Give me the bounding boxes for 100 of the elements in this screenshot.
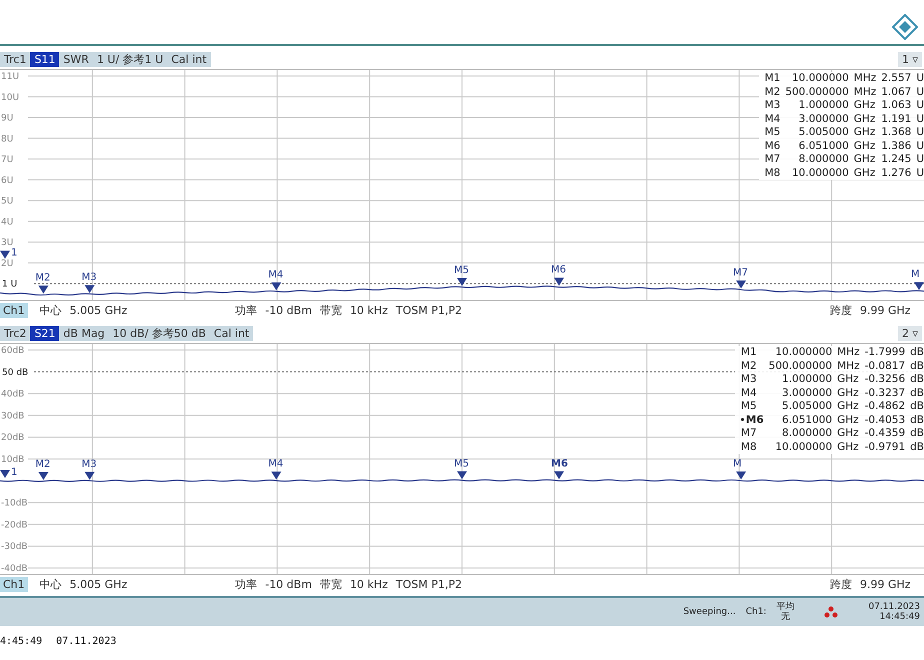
- power-value: -10 dBm: [265, 304, 312, 317]
- bandwidth-label: 带宽: [320, 577, 342, 592]
- axis-label: 40dB: [1, 390, 24, 400]
- marker-label: M5: [454, 265, 469, 276]
- span-label: 跨度: [830, 577, 852, 592]
- value-unit: U: [916, 99, 924, 112]
- value-unit: U: [916, 126, 924, 140]
- marker-icon: [736, 280, 746, 288]
- frequency-unit: GHz: [837, 400, 860, 414]
- frequency-unit: MHz: [854, 86, 876, 99]
- parameter-tag[interactable]: S21: [30, 326, 60, 341]
- window-tag[interactable]: 1 ▿: [898, 52, 922, 67]
- span-value: 9.99 GHz: [860, 578, 911, 591]
- marker-label: M6: [551, 264, 566, 276]
- marker-name: M1: [764, 72, 780, 86]
- bandwidth-value: 10 kHz: [350, 304, 388, 317]
- footer-time: 4:45:49: [0, 636, 42, 647]
- marker-name: M2: [764, 86, 780, 99]
- marker-icon: [0, 470, 10, 478]
- scale-label[interactable]: 1 U/ 参考1 U: [92, 52, 168, 67]
- marker-value: -0.0817: [864, 360, 906, 373]
- marker-name: M3: [764, 99, 780, 112]
- marker-label: M7: [733, 267, 748, 278]
- marker-name: M6: [740, 414, 764, 427]
- cal-label[interactable]: Cal int: [210, 326, 254, 341]
- axis-label: 2U: [1, 258, 14, 269]
- active-marker-icon: [740, 418, 744, 422]
- value-unit: dB: [910, 400, 924, 414]
- window-tag[interactable]: 2 ▿: [898, 326, 922, 341]
- axis-label: -40dB: [1, 564, 28, 574]
- marker-frequency: 10.000000: [774, 440, 832, 454]
- marker-value: 1.276: [881, 166, 912, 180]
- average-label: 平均: [776, 602, 794, 612]
- center-label: 中心: [40, 577, 62, 592]
- frequency-unit: GHz: [837, 373, 860, 386]
- marker-value: 1.191: [881, 112, 912, 126]
- average-value: 无: [780, 612, 790, 622]
- span-label: 跨度: [830, 303, 852, 318]
- marker-frequency: 8.000000: [781, 427, 832, 440]
- frequency-unit: GHz: [837, 440, 860, 454]
- marker-frequency: 1.000000: [798, 99, 849, 112]
- frequency-unit: GHz: [837, 386, 860, 400]
- format-label[interactable]: dB Mag: [59, 326, 109, 341]
- marker-name: M8: [740, 440, 758, 454]
- scale-label[interactable]: 10 dB/ 参考50 dB: [108, 326, 210, 341]
- marker-icon: [38, 472, 48, 480]
- marker-value: 2.557: [881, 72, 912, 86]
- cal-label[interactable]: Cal int: [167, 52, 211, 67]
- trace-name[interactable]: Trc1: [0, 52, 30, 67]
- span-value: 9.99 GHz: [860, 304, 911, 317]
- channel-tag[interactable]: Ch1: [0, 577, 28, 592]
- marker-frequency: 5.005000: [798, 126, 849, 140]
- frequency-unit: GHz: [854, 166, 876, 180]
- marker-label: M2: [35, 458, 50, 470]
- frequency-unit: MHz: [837, 360, 860, 373]
- marker-name: M7: [764, 153, 780, 166]
- marker-value: 1.063: [881, 99, 912, 112]
- marker-icon: [554, 278, 564, 286]
- marker-value: -0.4359: [864, 427, 906, 440]
- marker-icon: [914, 282, 924, 290]
- value-unit: U: [916, 112, 924, 126]
- marker-name: M5: [764, 126, 780, 140]
- marker-value: -0.4862: [864, 400, 906, 414]
- trace-name[interactable]: Trc2: [0, 326, 30, 341]
- marker-label: M4: [268, 269, 284, 280]
- marker-frequency: 500.000000: [785, 86, 849, 99]
- parameter-tag[interactable]: S11: [30, 52, 60, 67]
- logo-icon: [892, 14, 918, 40]
- axis-label: 10dB: [1, 455, 24, 465]
- channel-tag[interactable]: Ch1: [0, 303, 28, 318]
- frequency-unit: GHz: [837, 414, 860, 427]
- marker-name: M1: [740, 346, 758, 360]
- marker-label: M4: [268, 458, 284, 470]
- value-unit: dB: [910, 373, 924, 386]
- value-unit: dB: [910, 414, 924, 427]
- bandwidth-label: 带宽: [320, 303, 342, 318]
- marker-label: M: [733, 458, 742, 470]
- marker-name: M4: [764, 112, 780, 126]
- axis-label: -20dB: [1, 520, 28, 530]
- status-icon: [824, 606, 838, 618]
- marker-frequency: 10.000000: [774, 346, 832, 360]
- marker-frequency: 3.000000: [781, 386, 832, 400]
- center-label: 中心: [40, 303, 62, 318]
- marker-icon: [271, 282, 282, 290]
- marker-value: -0.3237: [864, 386, 906, 400]
- value-unit: dB: [910, 360, 924, 373]
- value-unit: dB: [910, 440, 924, 454]
- marker-name: M6: [764, 140, 780, 153]
- format-label[interactable]: SWR: [59, 52, 93, 67]
- status-time: 14:45:49: [880, 612, 920, 622]
- marker-icon: [457, 278, 467, 286]
- bandwidth-value: 10 kHz: [350, 578, 388, 591]
- marker-frequency: 5.005000: [781, 400, 832, 414]
- marker-name: M7: [740, 427, 758, 440]
- value-unit: U: [916, 140, 924, 153]
- marker-label: 1: [11, 248, 18, 259]
- center-value: 5.005 GHz: [70, 578, 128, 591]
- axis-label: 9U: [1, 114, 14, 124]
- calibration-label: TOSM P1,P2: [396, 304, 462, 317]
- marker-frequency: 10.000000: [791, 72, 849, 86]
